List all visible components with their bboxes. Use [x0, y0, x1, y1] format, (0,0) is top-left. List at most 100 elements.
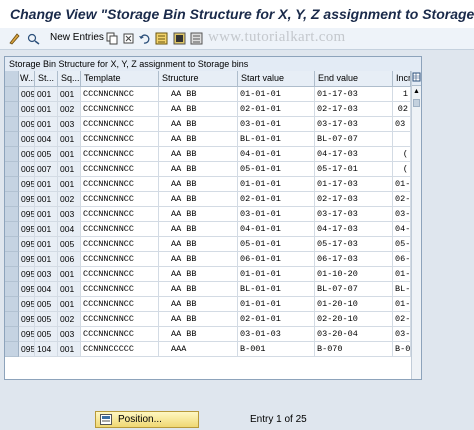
cell-template[interactable]: CCCNNCNNCC	[81, 87, 159, 102]
cell-template[interactable]: CCCNNCNNCC	[81, 132, 159, 147]
cell-start-value[interactable]: 05-01-01	[238, 162, 315, 177]
row-selector[interactable]	[5, 297, 19, 312]
cell-structure[interactable]: AA BB	[159, 297, 238, 312]
row-selector[interactable]	[5, 327, 19, 342]
cell-start-value[interactable]: B-001	[238, 342, 315, 357]
row-selector[interactable]	[5, 312, 19, 327]
row-selector[interactable]	[5, 177, 19, 192]
table-row[interactable]: 095 001 006 CCCNNCNNCC AA BB 06-01-01 06-17-03…	[5, 252, 411, 267]
cell-end-value[interactable]: 03-17-03	[315, 207, 393, 222]
cell-end-value[interactable]: 01-20-10	[315, 297, 393, 312]
cell-start-value[interactable]: 01-01-01	[238, 297, 315, 312]
position-button[interactable]: Position...	[95, 411, 199, 428]
table-row[interactable]: 009 004 001 CCCNNCNNCC AA BB BL-01-01 BL-07-07	[5, 132, 411, 147]
cell-start-value[interactable]: 01-01-01	[238, 87, 315, 102]
column-settings-icon[interactable]	[412, 71, 421, 86]
cell-template[interactable]: CCCNNCNNCC	[81, 312, 159, 327]
row-selector[interactable]	[5, 132, 19, 147]
cell-template[interactable]: CCNNNCCCCC	[81, 342, 159, 357]
cell-increment[interactable]: (	[393, 162, 411, 177]
table-row[interactable]: 095 001 005 CCCNNCNNCC AA BB 05-01-01 05-17-03…	[5, 237, 411, 252]
table-row[interactable]: 095 001 001 CCCNNCNNCC AA BB 01-01-01 01-17-03…	[5, 177, 411, 192]
cell-structure[interactable]: AA BB	[159, 207, 238, 222]
select-block-icon[interactable]	[173, 32, 186, 45]
cell-end-value[interactable]: 02-17-03	[315, 102, 393, 117]
cell-structure[interactable]: AA BB	[159, 192, 238, 207]
row-selector[interactable]	[5, 207, 19, 222]
row-selector[interactable]	[5, 282, 19, 297]
cell-template[interactable]: CCCNNCNNCC	[81, 252, 159, 267]
cell-template[interactable]: CCCNNCNNCC	[81, 147, 159, 162]
row-selector[interactable]	[5, 102, 19, 117]
cell-template[interactable]: CCCNNCNNCC	[81, 192, 159, 207]
cell-increment[interactable]: 02-0	[393, 192, 411, 207]
cell-template[interactable]: CCCNNCNNCC	[81, 297, 159, 312]
cell-structure[interactable]: AA BB	[159, 147, 238, 162]
cell-increment[interactable]: 02-0	[393, 312, 411, 327]
column-header-end-value[interactable]: End value	[315, 71, 393, 87]
cell-start-value[interactable]: BL-01-01	[238, 282, 315, 297]
column-header-storage-type[interactable]: St...	[35, 71, 58, 87]
cell-template[interactable]: CCCNNCNNCC	[81, 327, 159, 342]
cell-template[interactable]: CCCNNCNNCC	[81, 207, 159, 222]
cell-increment[interactable]: 1	[393, 87, 411, 102]
pencil-glasses-icon[interactable]	[8, 32, 21, 45]
cell-start-value[interactable]: 03-01-03	[238, 327, 315, 342]
scroll-up-arrow-icon[interactable]: ▲	[413, 87, 420, 97]
vertical-scrollbar[interactable]: ▲	[411, 71, 421, 379]
cell-end-value[interactable]: 02-20-10	[315, 312, 393, 327]
cell-increment[interactable]: 06-0	[393, 252, 411, 267]
table-row[interactable]: 009 001 001 CCCNNCNNCC AA BB 01-01-01 01-17-03…	[5, 87, 411, 102]
cell-start-value[interactable]: 01-01-01	[238, 267, 315, 282]
select-all-rows-header[interactable]	[5, 71, 19, 87]
table-row[interactable]: 095 001 003 CCCNNCNNCC AA BB 03-01-01 03-17-03…	[5, 207, 411, 222]
vertical-scroll-thumb[interactable]	[413, 99, 420, 107]
cell-structure[interactable]: AA BB	[159, 132, 238, 147]
cell-template[interactable]: CCCNNCNNCC	[81, 162, 159, 177]
cell-start-value[interactable]: 03-01-01	[238, 207, 315, 222]
cell-template[interactable]: CCCNNCNNCC	[81, 267, 159, 282]
cell-structure[interactable]: AA BB	[159, 87, 238, 102]
table-row[interactable]: 095 004 001 CCCNNCNNCC AA BB BL-01-01 BL-07-07…	[5, 282, 411, 297]
cell-structure[interactable]: AA BB	[159, 102, 238, 117]
cell-structure[interactable]: AA BB	[159, 267, 238, 282]
cell-increment[interactable]	[393, 132, 411, 147]
cell-template[interactable]: CCCNNCNNCC	[81, 102, 159, 117]
cell-end-value[interactable]: BL-07-07	[315, 282, 393, 297]
table-row[interactable]: 095 001 002 CCCNNCNNCC AA BB 02-01-01 02-17-03…	[5, 192, 411, 207]
cell-start-value[interactable]: 05-01-01	[238, 237, 315, 252]
cell-end-value[interactable]: 01-10-20	[315, 267, 393, 282]
cell-increment[interactable]: 01-0	[393, 267, 411, 282]
cell-increment[interactable]: 05-0	[393, 237, 411, 252]
display-change-icon[interactable]	[27, 32, 40, 45]
column-header-template[interactable]: Template	[81, 71, 159, 87]
cell-structure[interactable]: AA BB	[159, 162, 238, 177]
cell-end-value[interactable]: 04-17-03	[315, 222, 393, 237]
row-selector[interactable]	[5, 117, 19, 132]
row-selector[interactable]	[5, 237, 19, 252]
cell-structure[interactable]: AA BB	[159, 177, 238, 192]
cell-increment[interactable]: 03-0	[393, 207, 411, 222]
cell-increment[interactable]: B-0	[393, 342, 411, 357]
cell-structure[interactable]: AA BB	[159, 327, 238, 342]
table-row[interactable]: 095 003 001 CCCNNCNNCC AA BB 01-01-01 01-10-20…	[5, 267, 411, 282]
new-entries-button[interactable]: New Entries	[50, 32, 104, 43]
cell-end-value[interactable]: 03-20-04	[315, 327, 393, 342]
cell-start-value[interactable]: 04-01-01	[238, 222, 315, 237]
cell-template[interactable]: CCCNNCNNCC	[81, 117, 159, 132]
cell-start-value[interactable]: BL-01-01	[238, 132, 315, 147]
table-row[interactable]: 009 005 001 CCCNNCNNCC AA BB 04-01-01 04-17-03…	[5, 147, 411, 162]
cell-start-value[interactable]: 06-01-01	[238, 252, 315, 267]
table-row[interactable]: 095 104 001 CCNNNCCCCC AAA B-001 B-070 B-0	[5, 342, 411, 357]
cell-increment[interactable]: (	[393, 147, 411, 162]
table-row[interactable]: 009 007 001 CCCNNCNNCC AA BB 05-01-01 05-17-01…	[5, 162, 411, 177]
cell-template[interactable]: CCCNNCNNCC	[81, 237, 159, 252]
column-header-structure[interactable]: Structure	[159, 71, 238, 87]
row-selector[interactable]	[5, 267, 19, 282]
cell-template[interactable]: CCCNNCNNCC	[81, 177, 159, 192]
delete-icon[interactable]	[122, 32, 135, 45]
cell-start-value[interactable]: 03-01-01	[238, 117, 315, 132]
row-selector[interactable]	[5, 87, 19, 102]
cell-start-value[interactable]: 02-01-01	[238, 312, 315, 327]
cell-structure[interactable]: AA BB	[159, 117, 238, 132]
